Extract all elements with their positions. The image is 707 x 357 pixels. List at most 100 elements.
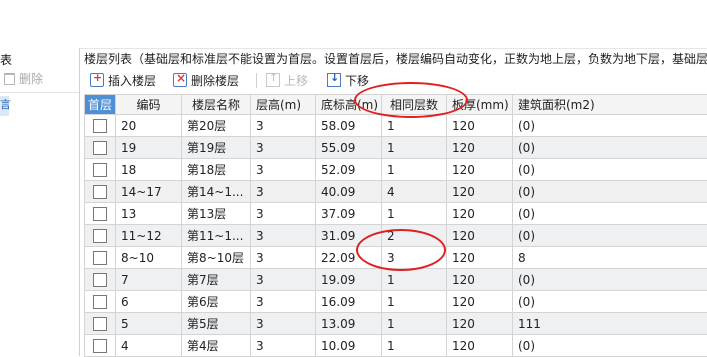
- bottom-elevation-cell[interactable]: 52.09: [316, 159, 382, 181]
- first-floor-checkbox[interactable]: [93, 339, 107, 353]
- code-cell[interactable]: 4: [116, 335, 182, 357]
- same-floors-cell[interactable]: 1: [382, 159, 447, 181]
- first-floor-checkbox[interactable]: [93, 251, 107, 265]
- slab-thickness-cell[interactable]: 120: [447, 225, 513, 247]
- slab-thickness-cell[interactable]: 120: [447, 137, 513, 159]
- same-floors-cell[interactable]: 1: [382, 269, 447, 291]
- table-row[interactable]: 18第18层352.091120(0): [85, 159, 707, 181]
- building-area-cell[interactable]: (0): [513, 159, 707, 181]
- table-row[interactable]: 4第4层310.091120(0): [85, 335, 707, 357]
- first-floor-checkbox[interactable]: [93, 119, 107, 133]
- code-cell[interactable]: 5: [116, 313, 182, 335]
- same-floors-cell[interactable]: 1: [382, 291, 447, 313]
- bottom-elevation-cell[interactable]: 10.09: [316, 335, 382, 357]
- delete-floor-button[interactable]: 删除楼层: [173, 70, 239, 90]
- same-floors-cell[interactable]: 1: [382, 203, 447, 225]
- building-area-cell[interactable]: (0): [513, 137, 707, 159]
- height-cell[interactable]: 3: [251, 335, 316, 357]
- building-area-cell[interactable]: (0): [513, 225, 707, 247]
- floor-name-cell[interactable]: 第6层: [182, 291, 251, 313]
- move-up-button[interactable]: 上移: [266, 70, 308, 90]
- slab-thickness-cell[interactable]: 120: [447, 159, 513, 181]
- table-row[interactable]: 19第19层355.091120(0): [85, 137, 707, 159]
- code-cell[interactable]: 7: [116, 269, 182, 291]
- first-floor-checkbox[interactable]: [93, 229, 107, 243]
- building-area-cell[interactable]: 111: [513, 313, 707, 335]
- floor-name-cell[interactable]: 第11~1...: [182, 225, 251, 247]
- col-header-height[interactable]: 层高(m): [251, 95, 316, 115]
- bottom-elevation-cell[interactable]: 40.09: [316, 181, 382, 203]
- building-area-cell[interactable]: (0): [513, 203, 707, 225]
- slab-thickness-cell[interactable]: 120: [447, 269, 513, 291]
- height-cell[interactable]: 3: [251, 313, 316, 335]
- height-cell[interactable]: 3: [251, 159, 316, 181]
- slab-thickness-cell[interactable]: 120: [447, 313, 513, 335]
- table-row[interactable]: 20第20层358.091120(0): [85, 115, 707, 137]
- code-cell[interactable]: 13: [116, 203, 182, 225]
- floor-name-cell[interactable]: 第5层: [182, 313, 251, 335]
- building-area-cell[interactable]: (0): [513, 181, 707, 203]
- code-cell[interactable]: 6: [116, 291, 182, 313]
- same-floors-cell[interactable]: 4: [382, 181, 447, 203]
- table-row[interactable]: 5第5层313.091120111: [85, 313, 707, 335]
- first-floor-checkbox[interactable]: [93, 185, 107, 199]
- first-floor-checkbox[interactable]: [93, 141, 107, 155]
- code-cell[interactable]: 8~10: [116, 247, 182, 269]
- height-cell[interactable]: 3: [251, 137, 316, 159]
- floor-name-cell[interactable]: 第14~1...: [182, 181, 251, 203]
- bottom-elevation-cell[interactable]: 19.09: [316, 269, 382, 291]
- col-header-first-floor[interactable]: 首层: [85, 95, 116, 115]
- bottom-elevation-cell[interactable]: 37.09: [316, 203, 382, 225]
- height-cell[interactable]: 3: [251, 247, 316, 269]
- code-cell[interactable]: 20: [116, 115, 182, 137]
- bottom-elevation-cell[interactable]: 13.09: [316, 313, 382, 335]
- slab-thickness-cell[interactable]: 120: [447, 291, 513, 313]
- same-floors-cell[interactable]: 1: [382, 313, 447, 335]
- table-row[interactable]: 6第6层316.091120(0): [85, 291, 707, 313]
- code-cell[interactable]: 19: [116, 137, 182, 159]
- bottom-elevation-cell[interactable]: 16.09: [316, 291, 382, 313]
- code-cell[interactable]: 14~17: [116, 181, 182, 203]
- floor-name-cell[interactable]: 第20层: [182, 115, 251, 137]
- col-header-code[interactable]: 编码: [116, 95, 182, 115]
- code-cell[interactable]: 18: [116, 159, 182, 181]
- col-header-floor-name[interactable]: 楼层名称: [182, 95, 251, 115]
- first-floor-checkbox[interactable]: [93, 163, 107, 177]
- col-header-building-area[interactable]: 建筑面积(m2): [513, 95, 707, 115]
- slab-thickness-cell[interactable]: 120: [447, 203, 513, 225]
- move-down-button[interactable]: 下移: [327, 70, 369, 90]
- bottom-elevation-cell[interactable]: 58.09: [316, 115, 382, 137]
- floor-name-cell[interactable]: 第7层: [182, 269, 251, 291]
- table-row[interactable]: 14~17第14~1...340.094120(0): [85, 181, 707, 203]
- floor-name-cell[interactable]: 第13层: [182, 203, 251, 225]
- same-floors-cell[interactable]: 1: [382, 335, 447, 357]
- height-cell[interactable]: 3: [251, 269, 316, 291]
- floor-name-cell[interactable]: 第4层: [182, 335, 251, 357]
- first-floor-checkbox[interactable]: [93, 273, 107, 287]
- bottom-elevation-cell[interactable]: 55.09: [316, 137, 382, 159]
- table-row[interactable]: 13第13层337.091120(0): [85, 203, 707, 225]
- first-floor-checkbox[interactable]: [93, 317, 107, 331]
- left-delete-button[interactable]: 删除: [4, 70, 43, 87]
- floor-name-cell[interactable]: 第18层: [182, 159, 251, 181]
- slab-thickness-cell[interactable]: 120: [447, 247, 513, 269]
- floor-name-cell[interactable]: 第8~10层: [182, 247, 251, 269]
- building-area-cell[interactable]: (0): [513, 269, 707, 291]
- slab-thickness-cell[interactable]: 120: [447, 335, 513, 357]
- height-cell[interactable]: 3: [251, 115, 316, 137]
- selected-floor-item[interactable]: 言: [0, 96, 9, 116]
- table-row[interactable]: 7第7层319.091120(0): [85, 269, 707, 291]
- slab-thickness-cell[interactable]: 120: [447, 115, 513, 137]
- first-floor-checkbox[interactable]: [93, 207, 107, 221]
- height-cell[interactable]: 3: [251, 203, 316, 225]
- slab-thickness-cell[interactable]: 120: [447, 181, 513, 203]
- building-area-cell[interactable]: (0): [513, 115, 707, 137]
- height-cell[interactable]: 3: [251, 225, 316, 247]
- code-cell[interactable]: 11~12: [116, 225, 182, 247]
- floor-name-cell[interactable]: 第19层: [182, 137, 251, 159]
- same-floors-cell[interactable]: 1: [382, 137, 447, 159]
- first-floor-checkbox[interactable]: [93, 295, 107, 309]
- insert-floor-button[interactable]: 插入楼层: [90, 70, 156, 90]
- height-cell[interactable]: 3: [251, 291, 316, 313]
- building-area-cell[interactable]: 8: [513, 247, 707, 269]
